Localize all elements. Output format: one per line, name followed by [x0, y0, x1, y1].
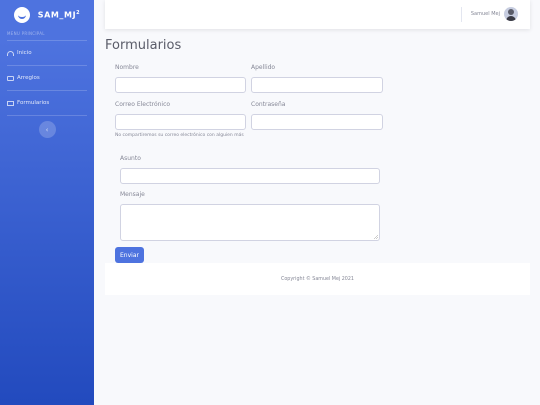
sidebar-toggle-button[interactable]: ‹	[38, 121, 56, 138]
table-icon	[7, 100, 14, 106]
email-help-text: No compartiremos su correo electrónico c…	[115, 133, 244, 138]
avatar-head	[508, 9, 514, 15]
sidebar-divider	[7, 115, 87, 116]
gauge-icon	[7, 50, 14, 56]
sidebar-item-label: Inicio	[17, 50, 32, 56]
page-title: Formularios	[105, 38, 182, 53]
sidebar-brand[interactable]: SAM_MJ2	[0, 0, 94, 30]
sidebar-item-label: Formularios	[17, 100, 50, 106]
email-label: Correo Electrónico	[115, 101, 171, 108]
sidebar-item-inicio[interactable]: Inicio	[0, 41, 94, 65]
nombre-label: Nombre	[115, 64, 139, 71]
apellido-label: Apellido	[251, 64, 276, 71]
user-name[interactable]: Samuel Mej	[471, 11, 500, 17]
footer: Copyright © Samuel Mej 2021	[105, 263, 530, 295]
asunto-label: Asunto	[120, 155, 141, 162]
submit-button[interactable]: Enviar	[115, 247, 144, 263]
topbar: Samuel Mej	[105, 0, 530, 29]
sidebar-item-arreglos[interactable]: Arreglos	[0, 66, 94, 90]
asunto-field[interactable]	[120, 168, 380, 184]
mensaje-textarea[interactable]	[120, 204, 380, 241]
mensaje-label: Mensaje	[120, 191, 145, 198]
nombre-field[interactable]	[115, 77, 246, 93]
sidebar-item-label: Arreglos	[17, 75, 40, 81]
resize-grip-icon[interactable]	[374, 235, 378, 239]
sidebar-heading: MENU PRINCIPAL	[7, 31, 45, 36]
password-field[interactable]	[251, 114, 383, 130]
avatar[interactable]	[504, 7, 518, 21]
sidebar: SAM_MJ2 MENU PRINCIPAL Inicio Arreglos F…	[0, 0, 94, 405]
wrench-icon	[7, 75, 14, 81]
password-label: Contraseña	[251, 101, 286, 108]
email-field[interactable]	[115, 114, 246, 130]
apellido-field[interactable]	[251, 77, 383, 93]
avatar-body	[506, 16, 516, 21]
smile-logo-icon	[13, 7, 30, 23]
sidebar-item-formularios[interactable]: Formularios	[0, 91, 94, 115]
chevron-left-icon: ‹	[45, 125, 49, 134]
copyright-text: Copyright © Samuel Mej 2021	[281, 276, 354, 282]
brand-name: SAM_MJ2	[37, 10, 81, 20]
topbar-divider	[461, 7, 462, 22]
